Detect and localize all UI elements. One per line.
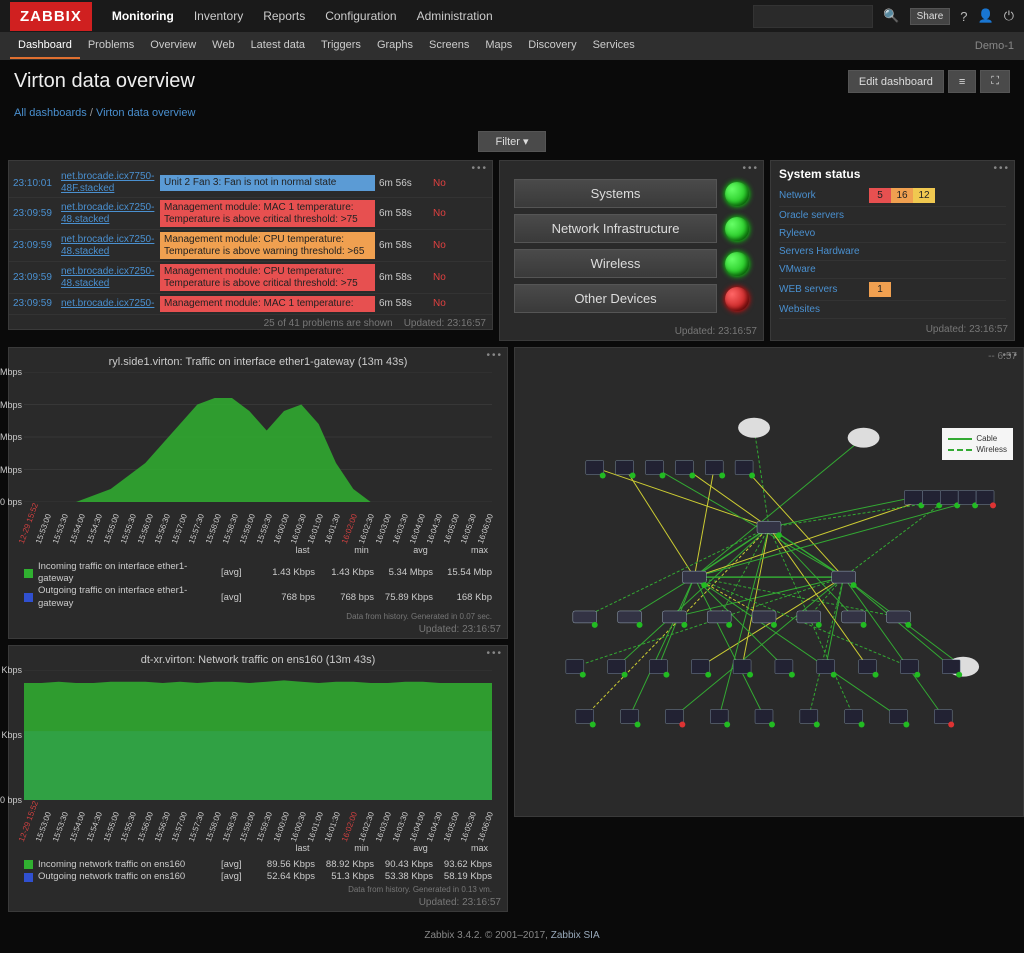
sysstatus-row[interactable]: Ryleevo xyxy=(779,225,1006,243)
topnav-administration[interactable]: Administration xyxy=(407,1,503,31)
chart-updated: Updated: 23:16:57 xyxy=(9,894,507,911)
chart-title: dt-xr.virton: Network traffic on ens160 … xyxy=(9,646,507,670)
filter-bar: Filter ▾ xyxy=(0,127,1024,160)
network-map[interactable] xyxy=(535,368,1003,796)
subnav-discovery[interactable]: Discovery xyxy=(520,33,584,59)
system-status-title: System status xyxy=(779,167,1006,181)
problem-row[interactable]: 23:09:59net.brocade.icx7250-48.stackedMa… xyxy=(9,198,492,230)
status-row[interactable]: Systems xyxy=(514,179,749,208)
traffic-chart-2: ••• dt-xr.virton: Network traffic on ens… xyxy=(8,645,508,912)
widget-menu-icon[interactable]: ••• xyxy=(993,163,1010,174)
status-led-icon xyxy=(725,182,749,206)
widget-menu-icon[interactable]: ••• xyxy=(486,350,503,361)
subnav-graphs[interactable]: Graphs xyxy=(369,33,421,59)
subnav-overview[interactable]: Overview xyxy=(142,33,204,59)
chart-title: ryl.side1.virton: Traffic on interface e… xyxy=(9,348,507,372)
footer-link[interactable]: Zabbix SIA xyxy=(551,930,600,941)
sysstatus-row[interactable]: WEB servers1 xyxy=(779,279,1006,301)
topnav-inventory[interactable]: Inventory xyxy=(184,1,253,31)
breadcrumb: All dashboards / Virton data overview xyxy=(0,103,1024,127)
status-row[interactable]: Other Devices xyxy=(514,284,749,313)
edit-dashboard-button[interactable]: Edit dashboard xyxy=(848,70,944,93)
problem-row[interactable]: 23:09:59net.brocade.icx7250-48.stackedMa… xyxy=(9,262,492,294)
subnav-web[interactable]: Web xyxy=(204,33,242,59)
breadcrumb-root[interactable]: All dashboards xyxy=(14,107,87,119)
top-nav: MonitoringInventoryReportsConfigurationA… xyxy=(102,1,503,31)
sysstatus-row[interactable]: Servers Hardware xyxy=(779,243,1006,261)
filter-button[interactable]: Filter ▾ xyxy=(478,131,545,152)
problem-row[interactable]: 23:09:59net.brocade.icx7250-Management m… xyxy=(9,294,492,315)
topnav-reports[interactable]: Reports xyxy=(253,1,315,31)
help-icon[interactable]: ? xyxy=(960,9,967,24)
widget-menu-icon[interactable]: ••• xyxy=(471,163,488,174)
fullscreen-icon[interactable]: ⛶ xyxy=(980,70,1010,93)
topnav-configuration[interactable]: Configuration xyxy=(315,1,406,31)
sub-nav: DashboardProblemsOverviewWebLatest dataT… xyxy=(0,32,1024,60)
sysstatus-row[interactable]: Oracle servers xyxy=(779,207,1006,225)
topbar: ZABBIX MonitoringInventoryReportsConfigu… xyxy=(0,0,1024,32)
user-icon[interactable]: 👤 xyxy=(978,8,994,24)
network-map-widget: ••• CableWireless -- 6:57 xyxy=(514,347,1024,817)
chart-updated: Updated: 23:16:57 xyxy=(9,621,507,638)
subnav-latest-data[interactable]: Latest data xyxy=(243,33,313,59)
problems-summary: 25 of 41 problems are shown xyxy=(264,318,393,329)
search-icon[interactable]: 🔍 xyxy=(883,8,899,24)
problems-updated: Updated: 23:16:57 xyxy=(404,318,486,329)
traffic-chart-1: ••• ryl.side1.virton: Traffic on interfa… xyxy=(8,347,508,639)
chart-note: Data from history. Generated in 0.07 sec… xyxy=(24,612,492,621)
logo[interactable]: ZABBIX xyxy=(10,2,92,31)
share-button[interactable]: Share xyxy=(910,8,951,25)
status-led-icon xyxy=(725,217,749,241)
status-widget: ••• Systems Network Infrastructure Wireles… xyxy=(499,160,764,341)
sysstatus-row[interactable]: Network51612 xyxy=(779,185,1006,207)
sysstatus-updated: Updated: 23:16:57 xyxy=(771,321,1014,338)
subnav-services[interactable]: Services xyxy=(585,33,643,59)
title-bar: Virton data overview Edit dashboard ≡ ⛶ xyxy=(0,60,1024,103)
map-legend: CableWireless xyxy=(942,428,1013,460)
status-row[interactable]: Wireless xyxy=(514,249,749,278)
problem-row[interactable]: 23:10:01net.brocade.icx7750-48F.stackedU… xyxy=(9,169,492,198)
chart-note: Data from history. Generated in 0.13 vm. xyxy=(24,885,492,894)
system-status-widget: ••• System status Network51612Oracle ser… xyxy=(770,160,1015,341)
footer: Zabbix 3.4.2. © 2001–2017, Zabbix SIA xyxy=(0,918,1024,953)
subnav-maps[interactable]: Maps xyxy=(477,33,520,59)
debug-label: Demo-1 xyxy=(975,40,1014,52)
breadcrumb-current[interactable]: Virton data overview xyxy=(96,107,195,119)
sysstatus-row[interactable]: VMware xyxy=(779,261,1006,279)
status-row[interactable]: Network Infrastructure xyxy=(514,214,749,243)
widget-menu-icon[interactable]: ••• xyxy=(486,648,503,659)
status-updated: Updated: 23:16:57 xyxy=(500,323,763,340)
subnav-screens[interactable]: Screens xyxy=(421,33,477,59)
page-title: Virton data overview xyxy=(14,70,195,93)
sysstatus-row[interactable]: Websites xyxy=(779,301,1006,319)
subnav-dashboard[interactable]: Dashboard xyxy=(10,33,80,59)
search-input[interactable] xyxy=(753,5,873,28)
problem-row[interactable]: 23:09:59net.brocade.icx7250-48.stackedMa… xyxy=(9,230,492,262)
subnav-triggers[interactable]: Triggers xyxy=(313,33,369,59)
status-led-icon xyxy=(725,252,749,276)
map-updated: -- 6:57 xyxy=(515,348,1023,365)
subnav-problems[interactable]: Problems xyxy=(80,33,142,59)
topnav-monitoring[interactable]: Monitoring xyxy=(102,1,184,31)
logout-icon[interactable]: ⏻ xyxy=(1004,8,1014,24)
widget-menu-icon[interactable]: ••• xyxy=(742,163,759,174)
widget-menu-icon[interactable]: ••• xyxy=(1002,350,1019,361)
problems-widget: ••• 23:10:01net.brocade.icx7750-48F.stac… xyxy=(8,160,493,330)
menu-icon[interactable]: ≡ xyxy=(948,70,976,93)
status-led-icon xyxy=(725,287,749,311)
